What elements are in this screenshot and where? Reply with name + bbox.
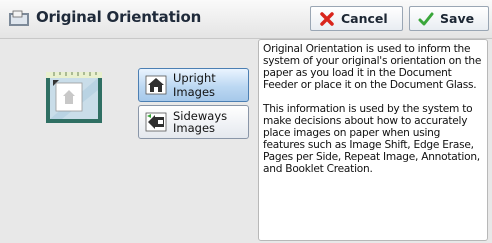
- house-sideways-icon: [145, 112, 167, 132]
- help-text-box: Original Orientation is used to inform t…: [258, 39, 488, 241]
- house-upright-icon: [145, 75, 167, 95]
- document-glass-preview-icon: [46, 72, 102, 123]
- page-title: Original Orientation: [36, 8, 202, 26]
- original-orientation-icon: [9, 10, 29, 26]
- sideways-images-label: Sideways Images: [173, 110, 227, 134]
- cancel-button[interactable]: Cancel: [310, 6, 403, 31]
- upright-images-label: Upright Images: [173, 71, 216, 99]
- checkmark-icon: [418, 12, 434, 25]
- upright-images-button[interactable]: Upright Images: [138, 68, 249, 102]
- help-paragraph-2: This information is used by the system t…: [263, 103, 480, 175]
- cancel-button-label: Cancel: [341, 11, 388, 26]
- cancel-icon: [320, 11, 334, 26]
- help-paragraph-1: Original Orientation is used to inform t…: [263, 43, 482, 91]
- sideways-images-button[interactable]: Sideways Images: [138, 105, 249, 139]
- title-bar: Original Orientation Cancel Save: [0, 0, 492, 39]
- sideways-label-line2: Images: [173, 121, 216, 135]
- save-button[interactable]: Save: [409, 6, 489, 31]
- save-button-label: Save: [440, 11, 475, 26]
